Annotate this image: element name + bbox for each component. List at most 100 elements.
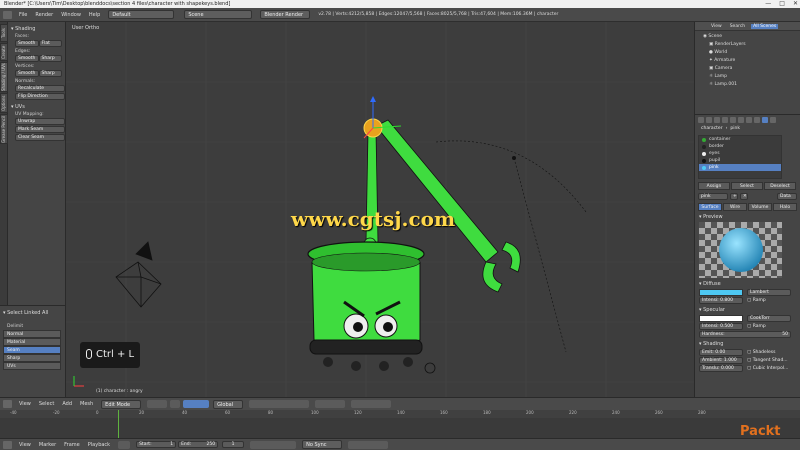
- world-tab-icon[interactable]: [722, 117, 728, 123]
- menu-mesh[interactable]: Mesh: [76, 398, 97, 411]
- delimit-uvs[interactable]: UVs: [3, 362, 61, 370]
- vertices-sharp-button[interactable]: Sharp: [38, 70, 62, 77]
- editor-type-icon[interactable]: [3, 440, 12, 449]
- menu-render[interactable]: Render: [31, 8, 57, 22]
- last-operator-title[interactable]: ▾ Select Linked All: [3, 310, 62, 316]
- timeline-menu-playback[interactable]: Playback: [84, 439, 114, 450]
- scene-tab-icon[interactable]: [714, 117, 720, 123]
- menu-file[interactable]: File: [15, 8, 31, 22]
- transform-orientation-selector[interactable]: Global: [213, 399, 244, 409]
- data-tab-icon[interactable]: [754, 117, 760, 123]
- character-body[interactable]: [307, 241, 425, 371]
- constraints-tab-icon[interactable]: [738, 117, 744, 123]
- material-tab-icon[interactable]: [762, 117, 768, 123]
- diffuse-panel-header[interactable]: ▾ Diffuse: [695, 281, 800, 288]
- tab-options[interactable]: Options: [0, 93, 8, 113]
- current-frame-field[interactable]: 1: [222, 441, 245, 448]
- select-mode-buttons[interactable]: [315, 400, 346, 408]
- faces-smooth-button[interactable]: Smooth: [15, 40, 39, 47]
- edges-sharp-button[interactable]: Sharp: [38, 55, 62, 62]
- editor-type-icon[interactable]: [3, 400, 12, 408]
- scene-selector[interactable]: Scene: [184, 10, 253, 19]
- edges-smooth-button[interactable]: Smooth: [15, 55, 39, 62]
- tree-item-renderlayers[interactable]: ▣ RenderLayers: [703, 41, 800, 49]
- tree-item-camera[interactable]: ▣ Camera: [703, 65, 800, 73]
- start-frame-field[interactable]: Start: 1: [136, 441, 177, 448]
- maximize-icon[interactable]: □: [779, 0, 785, 8]
- render-tab-icon[interactable]: [698, 117, 704, 123]
- outliner-view-menu[interactable]: View: [709, 24, 724, 29]
- tree-item-lamp-001[interactable]: ☼ Lamp.001: [703, 81, 800, 89]
- surface-tab[interactable]: Surface: [698, 203, 722, 211]
- halo-tab[interactable]: Halo: [773, 203, 797, 211]
- menu-window[interactable]: Window: [57, 8, 85, 22]
- ambient-field[interactable]: Ambient: 1.000: [699, 357, 743, 364]
- material-slot-pupil[interactable]: pupil: [699, 157, 781, 164]
- tree-item-world[interactable]: ● World: [703, 49, 800, 57]
- tangent-shading-checkbox[interactable]: ▢ Tangent Shad...: [747, 358, 788, 363]
- end-frame-field[interactable]: End: 250: [178, 441, 219, 448]
- snap-buttons[interactable]: [351, 400, 392, 408]
- tab-grease-pencil[interactable]: Grease Pencil: [0, 114, 8, 144]
- layout-selector[interactable]: Default: [108, 10, 175, 19]
- diffuse-color-swatch[interactable]: [699, 289, 743, 296]
- close-icon[interactable]: ✕: [793, 0, 798, 8]
- recalculate-button[interactable]: Recalculate: [15, 85, 65, 92]
- clear-seam-button[interactable]: Clear Seam: [15, 134, 65, 141]
- layer-buttons[interactable]: [249, 400, 310, 408]
- playback-controls[interactable]: [250, 440, 297, 449]
- delimit-material[interactable]: Material: [3, 338, 61, 346]
- lamp-icon-2[interactable]: [424, 362, 436, 374]
- wire-tab[interactable]: Wire: [723, 203, 747, 211]
- select-button[interactable]: Select: [731, 182, 763, 190]
- camera-object[interactable]: [115, 241, 162, 308]
- tree-item-lamp[interactable]: ☼ Lamp: [703, 73, 800, 81]
- modifiers-tab-icon[interactable]: [746, 117, 752, 123]
- material-name-field[interactable]: pink: [698, 193, 728, 200]
- record-icon[interactable]: [118, 440, 131, 449]
- outliner-display-mode[interactable]: All Scenes: [751, 23, 779, 29]
- delimit-sharp[interactable]: Sharp: [3, 354, 61, 362]
- object-tab-icon[interactable]: [730, 117, 736, 123]
- translucency-field[interactable]: Translu: 0.000: [699, 365, 743, 372]
- faces-flat-button[interactable]: Flat: [38, 40, 62, 47]
- mode-selector[interactable]: Edit Mode: [101, 399, 142, 409]
- menu-add[interactable]: Add: [58, 398, 76, 411]
- diffuse-ramp-checkbox[interactable]: ▢ Ramp: [747, 298, 766, 303]
- menu-view[interactable]: View: [15, 398, 35, 411]
- panel-uvs-title[interactable]: ▾ UVs: [11, 104, 62, 110]
- current-frame-indicator[interactable]: [118, 410, 119, 438]
- specular-panel-header[interactable]: ▾ Specular: [695, 307, 800, 314]
- layers-tab-icon[interactable]: [706, 117, 712, 123]
- vertices-smooth-button[interactable]: Smooth: [15, 70, 39, 77]
- delimit-normal[interactable]: Normal: [3, 330, 61, 338]
- hardness-field[interactable]: Hardness: 50: [699, 331, 791, 338]
- emit-field[interactable]: Emit: 0.00: [699, 349, 743, 356]
- diffuse-shader-selector[interactable]: Lambert: [747, 289, 791, 296]
- tree-item-armature[interactable]: ✦ Armature: [703, 57, 800, 65]
- cubic-interpolation-checkbox[interactable]: ▢ Cubic Interpol...: [747, 366, 788, 371]
- timeline-menu-view[interactable]: View: [15, 439, 35, 450]
- 3d-viewport[interactable]: User Ortho Ctrl + L www.cgtsj.com (1) ch…: [66, 22, 694, 397]
- material-slot-container[interactable]: container: [699, 136, 781, 143]
- link-data-selector[interactable]: Data: [777, 193, 797, 200]
- render-engine-selector[interactable]: Blender Render: [260, 10, 311, 19]
- flip-direction-button[interactable]: Flip Direction: [15, 93, 65, 100]
- editor-type-icon[interactable]: [3, 10, 12, 19]
- panel-shading-title[interactable]: ▾ Shading: [11, 26, 62, 32]
- viewport-shading-selector[interactable]: [147, 400, 168, 408]
- material-slot-pink[interactable]: pink: [699, 164, 781, 171]
- specular-ramp-checkbox[interactable]: ▢ Ramp: [747, 324, 766, 329]
- outliner-search-menu[interactable]: Search: [728, 24, 747, 29]
- tab-tools[interactable]: Tools: [0, 24, 8, 42]
- specular-intensity-field[interactable]: Intensi: 0.500: [699, 323, 743, 330]
- keying-set-selector[interactable]: [348, 440, 389, 449]
- specular-shader-selector[interactable]: CookTorr: [747, 315, 791, 322]
- specular-color-swatch[interactable]: [699, 315, 743, 322]
- deselect-button[interactable]: Deselect: [764, 182, 796, 190]
- minimize-icon[interactable]: —: [765, 0, 771, 8]
- unwrap-menu[interactable]: Unwrap: [15, 118, 65, 125]
- material-slot-border[interactable]: border: [699, 143, 781, 150]
- texture-tab-icon[interactable]: [770, 117, 776, 123]
- shadeless-checkbox[interactable]: ▢ Shadeless: [747, 350, 776, 355]
